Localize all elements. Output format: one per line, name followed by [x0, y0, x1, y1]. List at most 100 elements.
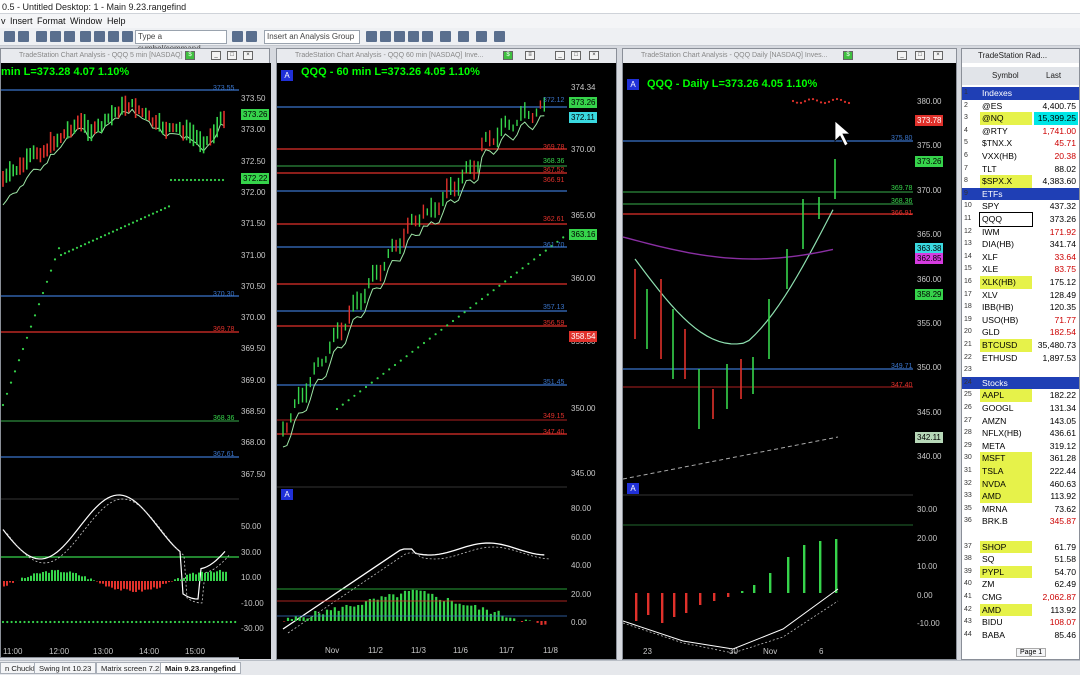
symbol-cell[interactable]: QQQ	[979, 212, 1033, 227]
radar-row[interactable]: 14 XLF 33.64	[962, 251, 1079, 264]
analysis-group-input[interactable]: Insert an Analysis Group	[264, 30, 360, 44]
symbol-cell[interactable]: IWM	[980, 226, 1032, 239]
save-icon[interactable]	[18, 31, 29, 42]
symbol-cell[interactable]: BABA	[980, 629, 1032, 642]
radar-row[interactable]: 12 IWM 171.92	[962, 226, 1079, 239]
menu-item-window[interactable]: Window	[70, 14, 102, 28]
chart-window-daily[interactable]: TradeStation Chart Analysis - QQQ Daily …	[622, 48, 957, 660]
page-tab[interactable]: Page 1	[1016, 648, 1047, 657]
symbol-cell[interactable]: XLF	[980, 251, 1032, 264]
radar-row[interactable]	[962, 528, 1079, 541]
radar-row[interactable]: 10 SPY 437.32	[962, 200, 1079, 213]
symbol-cell[interactable]: TSLA	[980, 465, 1032, 478]
symbol-cell[interactable]: ETFs	[980, 188, 1032, 201]
symbol-cell[interactable]: ETHUSD	[980, 352, 1032, 365]
radar-row[interactable]: 31 TSLA 222.44	[962, 465, 1079, 478]
draw-icon[interactable]	[440, 31, 451, 42]
symbol-cell[interactable]: USO(HB)	[980, 314, 1032, 327]
radar-row[interactable]: 17 XLV 128.49	[962, 289, 1079, 302]
symbol-cell[interactable]: $SPX.X	[980, 175, 1032, 188]
workspace-tab[interactable]: Swing Int 10.23	[34, 662, 97, 674]
symbol-cell[interactable]: MRNA	[980, 503, 1032, 516]
radar-row[interactable]: 32 NVDA 460.63	[962, 477, 1079, 491]
symbol-cell[interactable]: BTCUSD	[980, 339, 1032, 352]
radar-group-row[interactable]: 9 ETFs	[962, 187, 1079, 201]
symbol-cell[interactable]: @NQ	[980, 112, 1032, 125]
radar-row[interactable]: 42 AMD 113.92	[962, 603, 1079, 617]
symbol-cell[interactable]: NVDA	[980, 477, 1032, 491]
radar-row[interactable]: 7 TLT 88.02	[962, 163, 1079, 176]
palette-icon[interactable]	[422, 31, 433, 42]
radar-row[interactable]: 15 XLE 83.75	[962, 263, 1079, 276]
radar-screen-window[interactable]: TradeStation Rad... Symbol Last 1 Indexes…	[961, 48, 1080, 660]
symbol-cell[interactable]: GOOGL	[980, 402, 1032, 415]
radar-row[interactable]: 41 CMG 2,062.87	[962, 591, 1079, 604]
strategy-icon[interactable]	[394, 31, 405, 42]
radar-row[interactable]: 40 ZM 62.49	[962, 578, 1079, 591]
symbol-command-input[interactable]: Type a symbol/command	[135, 30, 227, 53]
radar-row[interactable]: 43 BIDU 108.07	[962, 616, 1079, 629]
menu-item-format[interactable]: Format	[37, 14, 66, 28]
symbol-cell[interactable]: XLK(HB)	[980, 276, 1032, 289]
radar-row[interactable]: 4 @RTY 1,741.00	[962, 125, 1079, 138]
symbol-cell[interactable]: @ES	[980, 100, 1032, 113]
cut-icon[interactable]	[80, 31, 91, 42]
chart-plot-5min[interactable]	[1, 49, 271, 659]
radar-row[interactable]: 38 SQ 51.58	[962, 553, 1079, 566]
workspace-tab[interactable]: Main 9.23.rangefind	[160, 662, 241, 674]
menu-item-insert[interactable]: Insert	[10, 14, 33, 28]
symbol-cell[interactable]: IBB(HB)	[980, 301, 1032, 314]
clock-icon[interactable]	[494, 31, 505, 42]
radar-row[interactable]: 3 @NQ 15,399.25	[962, 112, 1079, 125]
pin-icon[interactable]	[458, 31, 469, 42]
chart-window-5min[interactable]: TradeStation Chart Analysis - QQQ 5 min …	[0, 48, 271, 659]
chart-plot-60min[interactable]	[277, 49, 618, 661]
grid-icon[interactable]	[366, 31, 377, 42]
radar-row[interactable]: 26 GOOGL 131.34	[962, 402, 1079, 415]
print-icon[interactable]	[36, 31, 47, 42]
radar-row[interactable]: 39 PYPL 54.70	[962, 565, 1079, 579]
menu-item-help[interactable]: Help	[107, 14, 126, 28]
symbol-cell[interactable]: TLT	[980, 163, 1032, 176]
radar-row[interactable]: 30 MSFT 361.28	[962, 452, 1079, 465]
symbol-cell[interactable]: ZM	[980, 578, 1032, 591]
radar-row[interactable]: 11 QQQ 373.26	[962, 212, 1079, 227]
radar-row[interactable]: 22 ETHUSD 1,897.53	[962, 352, 1079, 365]
menu-item-file-fragment[interactable]: v	[1, 14, 6, 28]
symbol-cell[interactable]: SPY	[980, 200, 1032, 213]
symbol-cell[interactable]: XLE	[980, 263, 1032, 276]
copy-icon[interactable]	[94, 31, 105, 42]
symbol-cell[interactable]: BIDU	[980, 616, 1032, 629]
radar-row[interactable]: 5 $TNX.X 45.71	[962, 137, 1079, 150]
radar-row[interactable]: 44 BABA 85.46	[962, 629, 1079, 642]
symbol-cell[interactable]: @RTY	[980, 125, 1032, 138]
symbol-cell[interactable]: DIA(HB)	[980, 238, 1032, 251]
column-symbol[interactable]: Symbol	[992, 67, 1019, 85]
chart-window-60min[interactable]: TradeStation Chart Analysis - QQQ 60 min…	[276, 48, 617, 660]
symbol-cell[interactable]: Stocks	[980, 377, 1032, 390]
radar-row[interactable]: 8 $SPX.X 4,383.60	[962, 175, 1079, 188]
symbol-cell[interactable]: PYPL	[980, 565, 1032, 579]
symbol-cell[interactable]: AMD	[980, 603, 1032, 617]
radar-row[interactable]: 16 XLK(HB) 175.12	[962, 276, 1079, 289]
symbol-cell[interactable]: NFLX(HB)	[980, 427, 1032, 440]
radar-row[interactable]: 28 NFLX(HB) 436.61	[962, 427, 1079, 440]
link-icon[interactable]	[122, 31, 133, 42]
radar-row[interactable]: 36 BRK.B 345.87	[962, 515, 1079, 528]
symbol-cell[interactable]: Indexes	[980, 87, 1032, 100]
symbol-cell[interactable]: SQ	[980, 553, 1032, 566]
radar-row[interactable]: 13 DIA(HB) 341.74	[962, 238, 1079, 251]
symbol-cell[interactable]: $TNX.X	[980, 137, 1032, 150]
go-icon[interactable]	[232, 31, 243, 42]
indicator-icon[interactable]	[380, 31, 391, 42]
radar-row[interactable]: 37 SHOP 61.79	[962, 540, 1079, 554]
radar-row[interactable]: 20 GLD 182.54	[962, 326, 1079, 339]
radar-row[interactable]: 18 IBB(HB) 120.35	[962, 301, 1079, 314]
radar-group-row[interactable]: 1 Indexes	[962, 87, 1079, 100]
radar-row[interactable]: 27 AMZN 143.05	[962, 415, 1079, 428]
radar-group-row[interactable]: 24 Stocks	[962, 376, 1079, 390]
radar-row[interactable]: 25 AAPL 182.22	[962, 389, 1079, 402]
symbol-cell[interactable]: BRK.B	[980, 515, 1032, 528]
symbol-cell[interactable]: META	[980, 440, 1032, 453]
radar-row[interactable]: 6 VXX(HB) 20.38	[962, 150, 1079, 163]
